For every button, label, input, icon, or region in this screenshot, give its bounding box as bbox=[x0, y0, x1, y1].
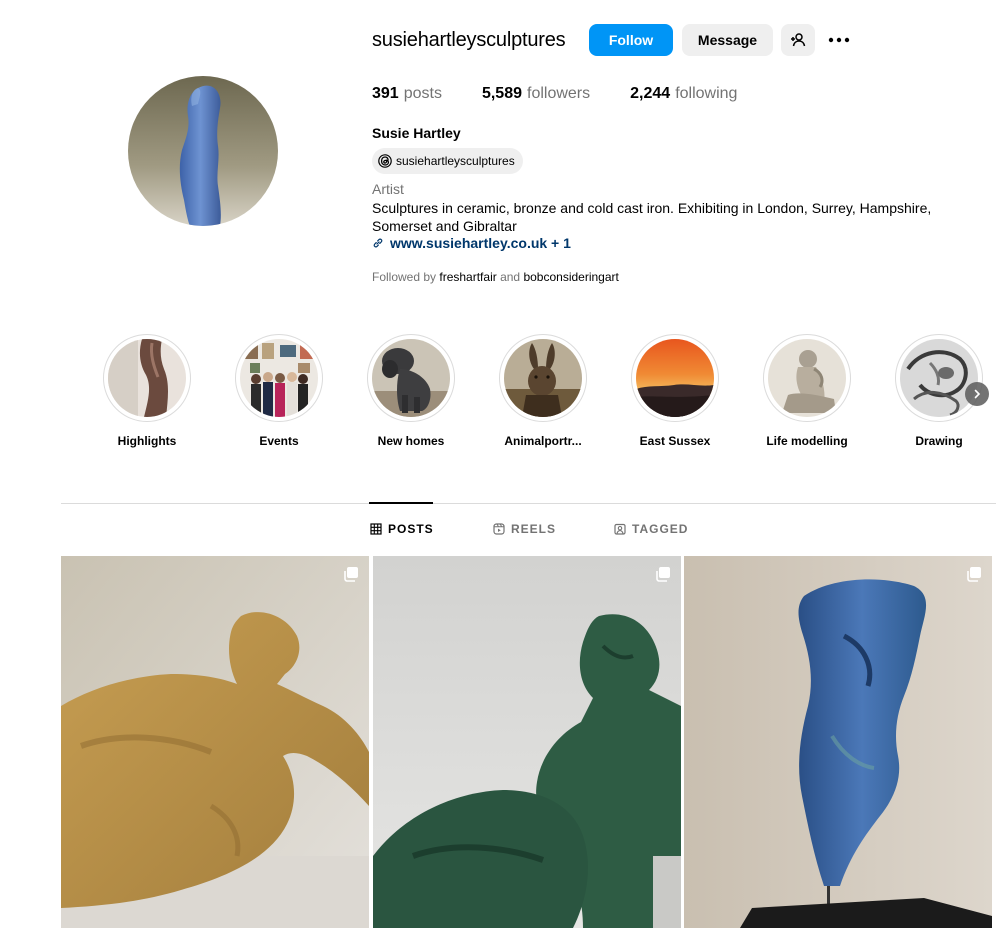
profile-full-name: Susie Hartley bbox=[372, 125, 461, 141]
following-count: 2,244 bbox=[630, 85, 671, 102]
followed-by-and: and bbox=[500, 270, 521, 284]
more-horizontal-icon bbox=[828, 37, 850, 43]
highlight-image bbox=[900, 339, 978, 417]
highlight-item-animalportraits[interactable]: Animalportr... bbox=[499, 334, 587, 448]
highlight-image bbox=[108, 339, 186, 417]
follow-button[interactable]: Follow bbox=[589, 24, 673, 56]
profile-bio: Sculptures in ceramic, bronze and cold c… bbox=[372, 200, 932, 234]
grid-icon bbox=[370, 523, 382, 535]
avatar-image bbox=[128, 76, 278, 226]
tab-posts[interactable]: POSTS bbox=[370, 522, 434, 536]
following-stat[interactable]: 2,244 following bbox=[630, 85, 737, 103]
highlight-image bbox=[768, 339, 846, 417]
posts-label: posts bbox=[403, 85, 442, 102]
highlight-label: Highlights bbox=[117, 434, 177, 448]
reels-icon bbox=[493, 523, 505, 535]
active-tab-indicator bbox=[369, 502, 433, 504]
post-image bbox=[373, 556, 681, 928]
tabs-divider bbox=[61, 503, 996, 504]
post-image bbox=[684, 556, 992, 928]
post-tile[interactable] bbox=[373, 556, 681, 928]
highlight-item-east-sussex[interactable]: East Sussex bbox=[631, 334, 719, 448]
highlight-cover bbox=[763, 334, 851, 422]
more-options-button[interactable] bbox=[825, 28, 853, 52]
post-image bbox=[61, 556, 369, 928]
threads-badge[interactable]: susiehartleysculptures bbox=[372, 148, 523, 174]
tab-reels[interactable]: REELS bbox=[493, 522, 556, 536]
message-button[interactable]: Message bbox=[682, 24, 773, 56]
multiple-images-icon bbox=[967, 567, 981, 582]
highlight-label: Drawing bbox=[915, 434, 963, 448]
highlight-label: New homes bbox=[377, 434, 445, 448]
highlight-label: Life modelling bbox=[766, 434, 848, 448]
post-tile[interactable] bbox=[61, 556, 369, 928]
tab-reels-label: REELS bbox=[511, 522, 557, 536]
followers-stat[interactable]: 5,589 followers bbox=[482, 85, 590, 103]
chevron-right-icon bbox=[974, 389, 981, 399]
post-tile[interactable] bbox=[684, 556, 992, 928]
highlight-image bbox=[636, 339, 714, 417]
tab-posts-label: POSTS bbox=[388, 522, 434, 536]
profile-stats: 391 posts 5,589 followers 2,244 followin… bbox=[372, 85, 777, 103]
highlight-cover bbox=[367, 334, 455, 422]
highlight-item-life-modelling[interactable]: Life modelling bbox=[763, 334, 851, 448]
followers-label: followers bbox=[527, 85, 591, 102]
highlight-image bbox=[240, 339, 318, 417]
followed-by-user-2[interactable]: bobconsideringart bbox=[523, 270, 618, 284]
posts-stat: 391 posts bbox=[372, 85, 442, 103]
tab-tagged-label: TAGGED bbox=[632, 522, 689, 536]
profile-link[interactable]: www.susiehartley.co.uk + 1 bbox=[372, 235, 571, 251]
tagged-icon bbox=[614, 523, 626, 535]
highlight-item-events[interactable]: Events bbox=[235, 334, 323, 448]
profile-username: susiehartleysculptures bbox=[372, 29, 566, 51]
multiple-images-icon bbox=[656, 567, 670, 582]
threads-handle: susiehartleysculptures bbox=[396, 154, 515, 168]
highlight-image bbox=[504, 339, 582, 417]
highlight-cover bbox=[499, 334, 587, 422]
highlight-cover bbox=[631, 334, 719, 422]
highlight-cover bbox=[103, 334, 191, 422]
followed-by[interactable]: Followed by freshartfair and bobconsider… bbox=[372, 270, 619, 284]
highlight-image bbox=[372, 339, 450, 417]
highlight-item-new-homes[interactable]: New homes bbox=[367, 334, 455, 448]
add-person-icon bbox=[791, 33, 806, 47]
followers-count: 5,589 bbox=[481, 85, 522, 102]
tab-tagged[interactable]: TAGGED bbox=[614, 522, 688, 536]
profile-avatar[interactable] bbox=[128, 76, 278, 226]
highlight-label: East Sussex bbox=[639, 434, 711, 448]
profile-category: Artist bbox=[372, 181, 404, 197]
highlights-next-button[interactable] bbox=[965, 382, 989, 406]
suggested-accounts-button[interactable] bbox=[781, 24, 815, 56]
highlight-cover bbox=[895, 334, 983, 422]
highlight-cover bbox=[235, 334, 323, 422]
highlight-label: Events bbox=[259, 434, 299, 448]
highlight-label: Animalportr... bbox=[504, 434, 582, 448]
followed-by-prefix: Followed by bbox=[372, 270, 437, 284]
followed-by-user-1[interactable]: freshartfair bbox=[439, 270, 496, 284]
highlight-item-highlights[interactable]: Highlights bbox=[103, 334, 191, 448]
profile-link-text: www.susiehartley.co.uk + 1 bbox=[390, 235, 571, 251]
threads-icon bbox=[378, 154, 392, 168]
link-icon bbox=[373, 238, 383, 248]
posts-count: 391 bbox=[372, 85, 399, 102]
following-label: following bbox=[675, 85, 738, 102]
multiple-images-icon bbox=[344, 567, 358, 582]
